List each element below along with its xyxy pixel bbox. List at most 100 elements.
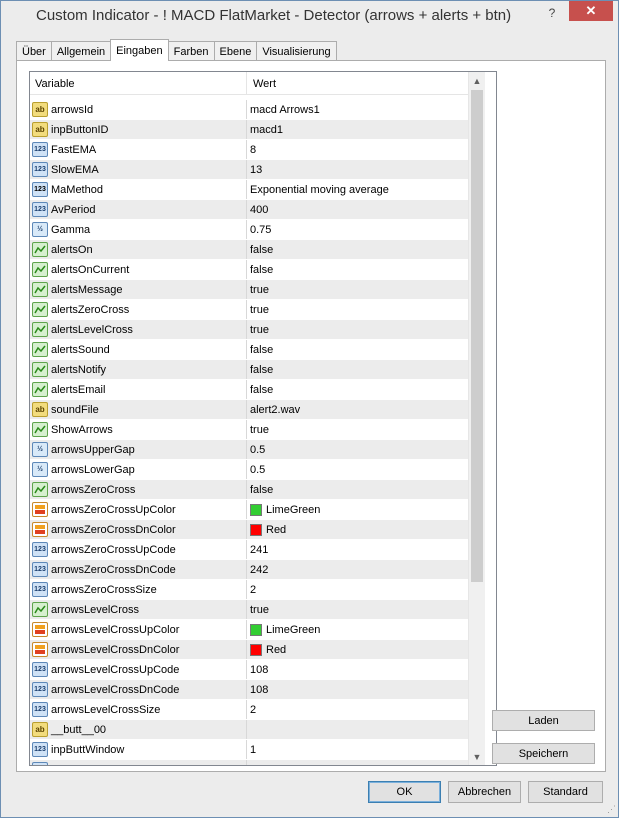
value-cell[interactable]: LimeGreen	[247, 500, 468, 519]
input-row[interactable]: alertsSound false	[30, 340, 468, 360]
value-cell[interactable]: Exponential moving average	[247, 180, 468, 199]
value-cell[interactable]: true	[247, 300, 468, 319]
variable-value: alert2.wav	[250, 403, 301, 416]
variable-name: alertsLevelCross	[51, 323, 133, 336]
save-button[interactable]: Speichern	[492, 743, 595, 764]
tab-eingaben[interactable]: Eingaben	[110, 39, 169, 61]
value-cell[interactable]: 1	[247, 740, 468, 759]
input-row[interactable]: ½ arrowsUpperGap 0.5	[30, 440, 468, 460]
column-header-variable[interactable]: Variable	[30, 72, 247, 95]
input-row[interactable]: 123 SlowEMA 13	[30, 160, 468, 180]
value-cell[interactable]: 0.75	[247, 220, 468, 239]
value-cell[interactable]: 242	[247, 560, 468, 579]
close-button[interactable]: ✕	[569, 1, 613, 21]
type-bool-icon	[32, 422, 48, 437]
value-cell[interactable]: macd Arrows1	[247, 100, 468, 119]
input-row[interactable]: 123 arrowsZeroCrossDnCode 242	[30, 560, 468, 580]
value-cell[interactable]: Red	[247, 520, 468, 539]
value-cell[interactable]: true	[247, 600, 468, 619]
vertical-scrollbar[interactable]: ▲ ▼	[468, 72, 485, 765]
input-row[interactable]: 123 inpButtWindow 1	[30, 740, 468, 760]
tab-farben[interactable]: Farben	[167, 41, 215, 61]
value-cell[interactable]: false	[247, 360, 468, 379]
input-row[interactable]: ab inpButtonID macd1	[30, 120, 468, 140]
input-row[interactable]: ½ Gamma 0.75	[30, 220, 468, 240]
input-row[interactable]: alertsOnCurrent false	[30, 260, 468, 280]
tab-ebene[interactable]: Ebene	[213, 41, 258, 61]
tab-allgemein[interactable]: Allgemein	[50, 41, 112, 61]
value-cell[interactable]: false	[247, 340, 468, 359]
value-cell[interactable]: LimeGreen	[247, 620, 468, 639]
value-cell[interactable]: 2	[247, 580, 468, 599]
input-row[interactable]: 123 arrowsZeroCrossUpCode 241	[30, 540, 468, 560]
value-cell[interactable]: 0.5	[247, 460, 468, 479]
title-bar[interactable]: Custom Indicator - ! MACD FlatMarket - D…	[1, 1, 618, 32]
value-cell[interactable]: true	[247, 320, 468, 339]
column-header-value[interactable]: Wert	[247, 72, 468, 95]
variable-cell: alertsSound	[30, 340, 247, 359]
value-cell[interactable]: false	[247, 480, 468, 499]
value-cell[interactable]: false	[247, 380, 468, 399]
value-cell[interactable]: Red	[247, 640, 468, 659]
value-cell[interactable]: 13	[247, 160, 468, 179]
input-row[interactable]: ab __butt__00	[30, 720, 468, 740]
value-cell[interactable]: false	[247, 240, 468, 259]
input-row[interactable]: alertsOn false	[30, 240, 468, 260]
help-button[interactable]: ?	[538, 4, 566, 22]
load-button[interactable]: Laden	[492, 710, 595, 731]
input-row[interactable]: 123 FastEMA 8	[30, 140, 468, 160]
input-row[interactable]: ½ arrowsLowerGap 0.5	[30, 460, 468, 480]
value-cell[interactable]: 2	[247, 700, 468, 719]
value-cell[interactable]: true	[247, 280, 468, 299]
input-row[interactable]: arrowsLevelCross true	[30, 600, 468, 620]
input-row[interactable]: alertsNotify false	[30, 360, 468, 380]
value-cell[interactable]: 241	[247, 540, 468, 559]
tab-visualisierung[interactable]: Visualisierung	[256, 41, 337, 61]
input-row[interactable]: 123inpButtCornerRight upper chart corner	[30, 760, 468, 766]
value-cell[interactable]: Right upper chart corner	[247, 760, 468, 766]
input-row[interactable]: 123 AvPeriod 400	[30, 200, 468, 220]
value-cell[interactable]: 108	[247, 680, 468, 699]
value-cell[interactable]: true	[247, 420, 468, 439]
input-row[interactable]: alertsLevelCross true	[30, 320, 468, 340]
resize-grip-icon[interactable]: ⋰	[604, 803, 616, 815]
input-row[interactable]: 123 MaMethod Exponential moving average	[30, 180, 468, 200]
scroll-down-icon[interactable]: ▼	[469, 748, 485, 765]
input-row[interactable]: 123 arrowsLevelCrossDnCode 108	[30, 680, 468, 700]
input-row[interactable]: 123 arrowsZeroCrossSize 2	[30, 580, 468, 600]
value-cell[interactable]: 0.5	[247, 440, 468, 459]
variable-value: 108	[250, 683, 269, 696]
type-123-icon: 123	[32, 562, 48, 577]
value-cell[interactable]: 8	[247, 140, 468, 159]
input-row[interactable]: arrowsZeroCrossUpColor LimeGreen	[30, 500, 468, 520]
input-row[interactable]: ab soundFile alert2.wav	[30, 400, 468, 420]
variable-name: arrowsUpperGap	[51, 443, 135, 456]
input-row[interactable]: arrowsZeroCrossDnColor Red	[30, 520, 468, 540]
input-row[interactable]: alertsMessage true	[30, 280, 468, 300]
type-123-icon: 123	[32, 682, 48, 697]
value-cell[interactable]: 108	[247, 660, 468, 679]
input-row[interactable]: alertsZeroCross true	[30, 300, 468, 320]
variable-cell: 123 SlowEMA	[30, 160, 247, 179]
input-row[interactable]: arrowsLevelCrossDnColor Red	[30, 640, 468, 660]
input-row[interactable]: arrowsZeroCross false	[30, 480, 468, 500]
input-row[interactable]: 123 arrowsLevelCrossSize 2	[30, 700, 468, 720]
value-cell[interactable]	[247, 720, 468, 739]
cancel-button[interactable]: Abbrechen	[448, 781, 521, 803]
variable-value: 0.5	[250, 443, 266, 456]
value-cell[interactable]: false	[247, 260, 468, 279]
input-row[interactable]: ab arrowsId macd Arrows1	[30, 100, 468, 120]
ok-button[interactable]: OK	[368, 781, 441, 803]
input-row[interactable]: 123 arrowsLevelCrossUpCode 108	[30, 660, 468, 680]
tab--ber[interactable]: Über	[16, 41, 52, 61]
value-cell[interactable]: 400	[247, 200, 468, 219]
variable-name: SlowEMA	[51, 163, 99, 176]
input-row[interactable]: alertsEmail false	[30, 380, 468, 400]
default-button[interactable]: Standard	[528, 781, 603, 803]
scroll-thumb[interactable]	[471, 90, 483, 582]
value-cell[interactable]: alert2.wav	[247, 400, 468, 419]
value-cell[interactable]: macd1	[247, 120, 468, 139]
scroll-up-icon[interactable]: ▲	[469, 72, 485, 89]
input-row[interactable]: ShowArrows true	[30, 420, 468, 440]
input-row[interactable]: arrowsLevelCrossUpColor LimeGreen	[30, 620, 468, 640]
